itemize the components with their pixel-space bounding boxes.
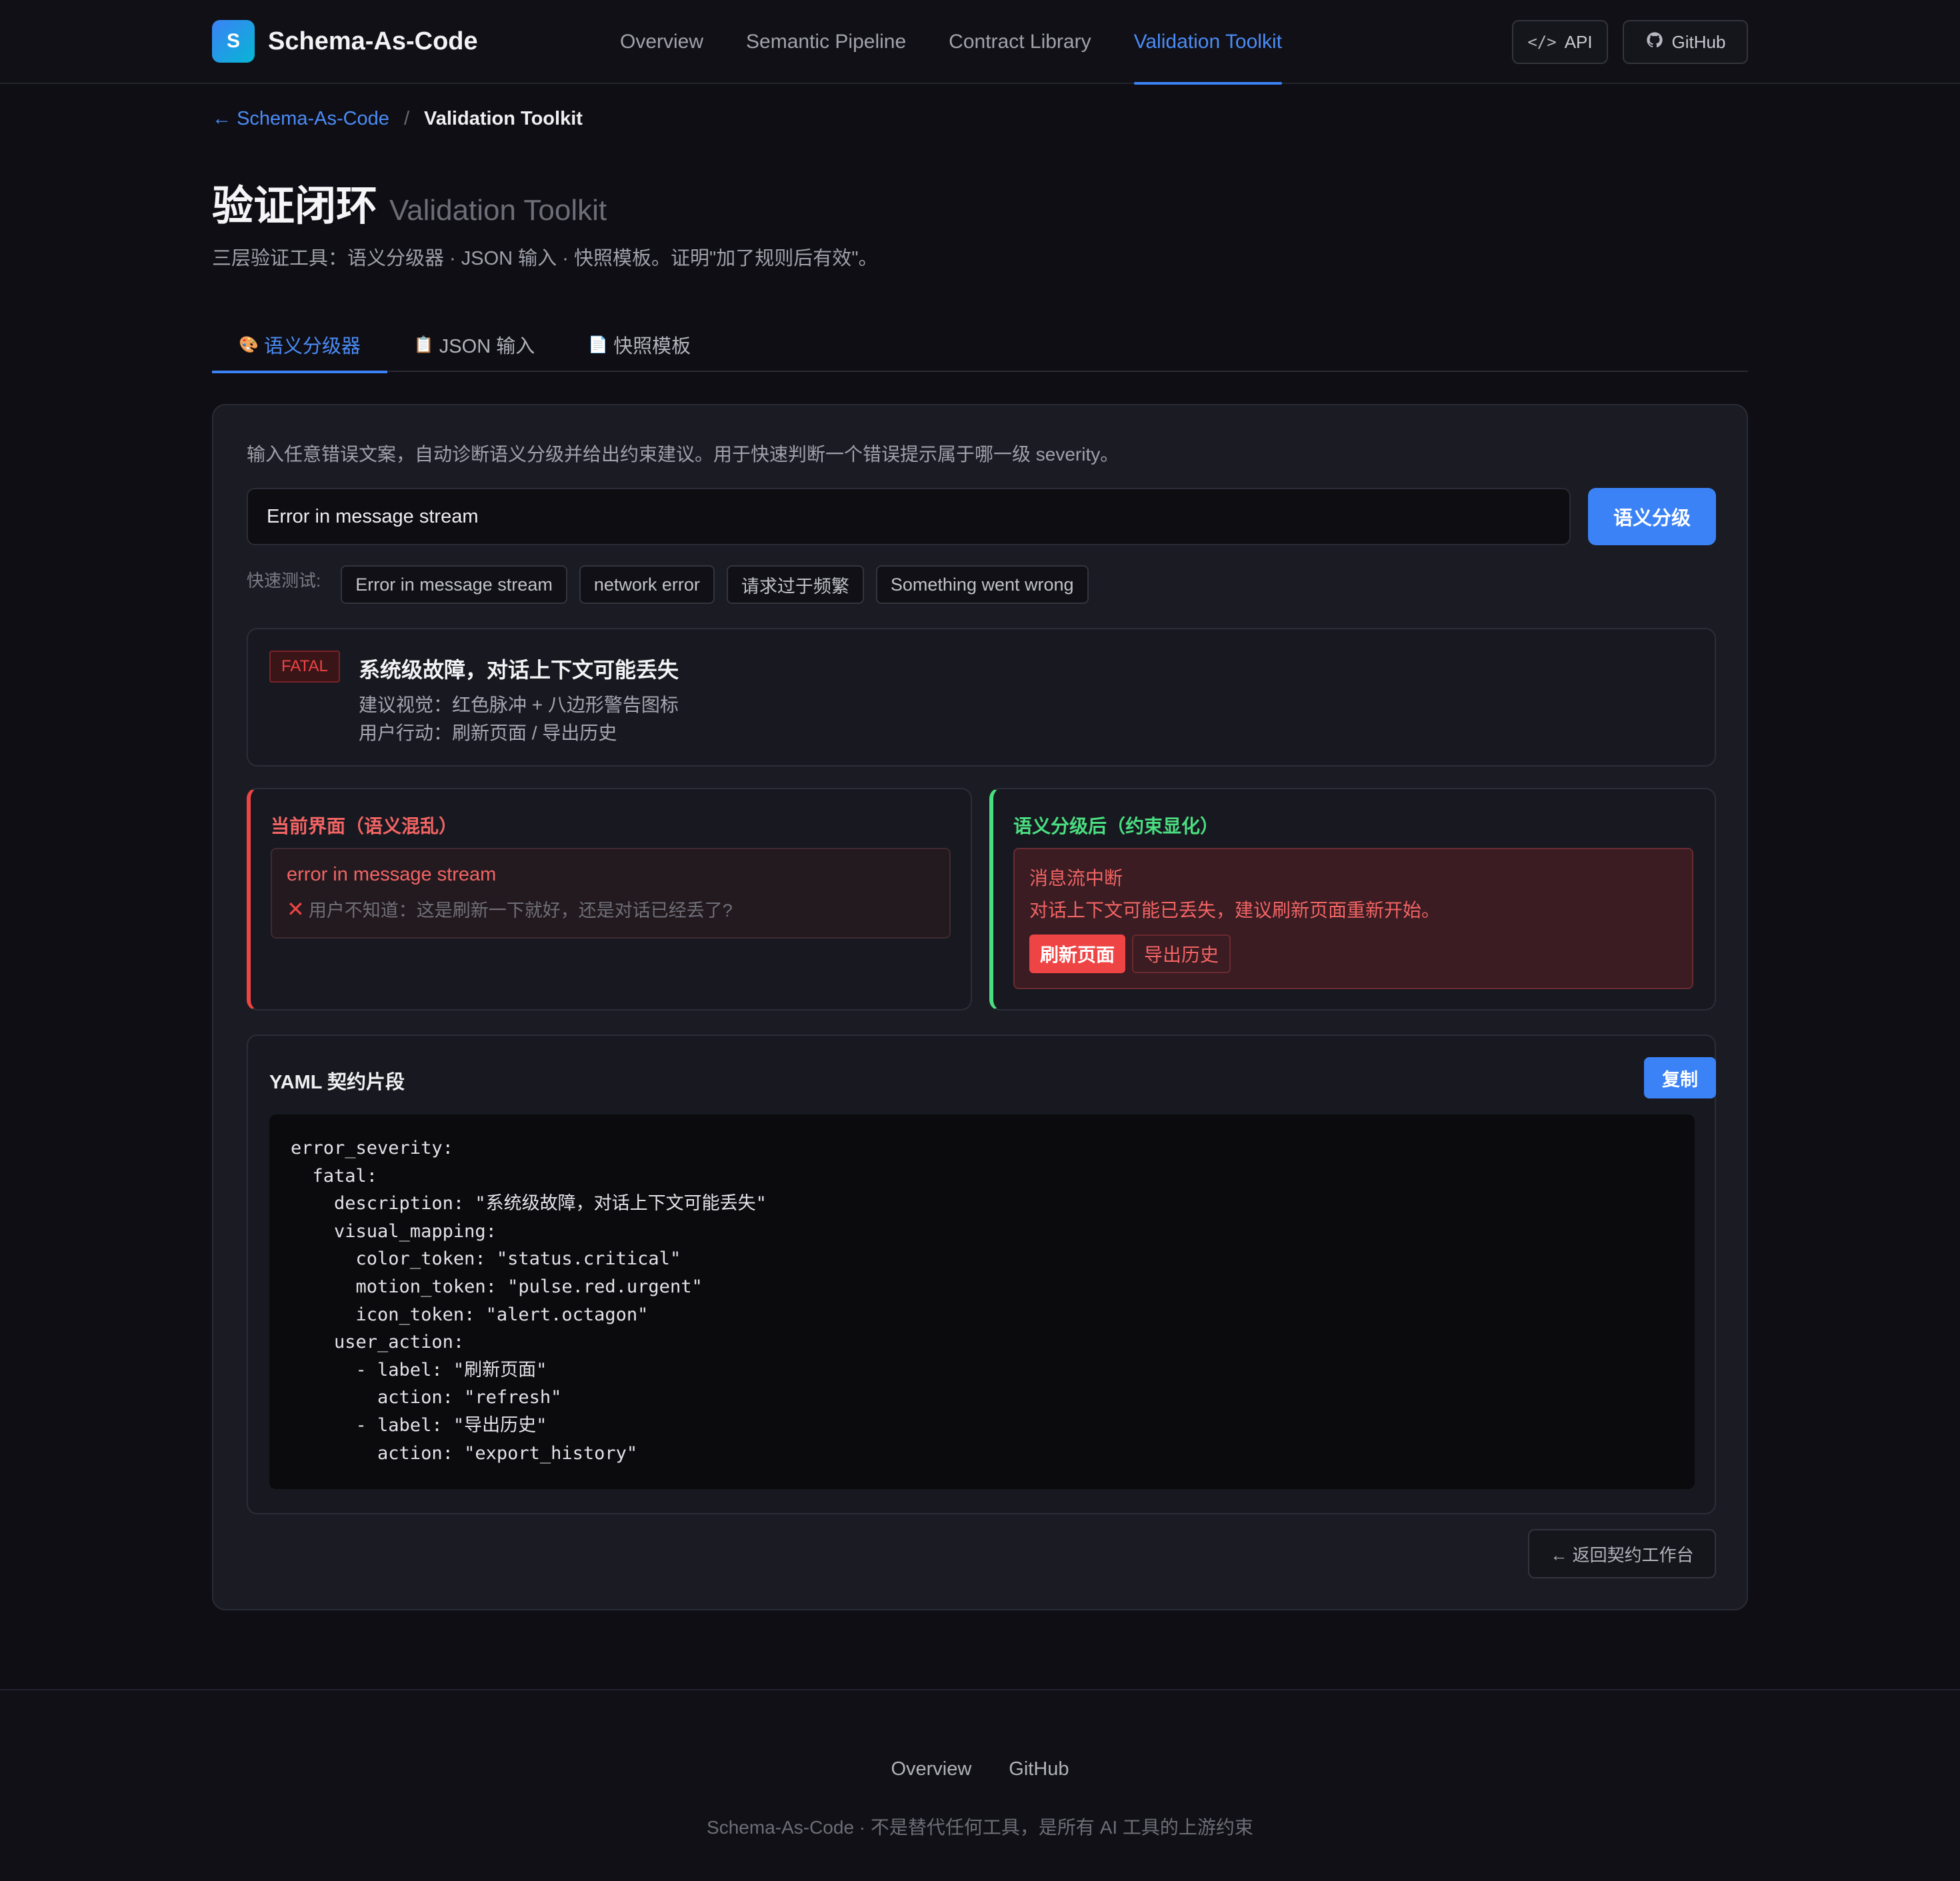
after-error-box: 消息流中断 对话上下文可能已丢失，建议刷新页面重新开始。 刷新页面 导出历史 bbox=[1013, 848, 1693, 989]
api-button-label: API bbox=[1564, 31, 1593, 52]
breadcrumb-back-link[interactable]: ← Schema-As-Code bbox=[212, 108, 389, 130]
code-line: error_severity: bbox=[291, 1138, 453, 1158]
quick-test-chip[interactable]: Something went wrong bbox=[875, 565, 1089, 604]
api-button[interactable]: </> API bbox=[1512, 20, 1608, 64]
quick-test-chip[interactable]: 请求过于频繁 bbox=[726, 565, 864, 604]
classification-result: FATAL 系统级故障，对话上下文可能丢失 建议视觉：红色脉冲 + 八边形警告图… bbox=[247, 628, 1716, 767]
back-to-workbench-button[interactable]: ← 返回契约工作台 bbox=[1528, 1529, 1716, 1578]
quick-tests: 快速测试: Error in message stream network er… bbox=[247, 565, 1101, 604]
tab-json-input[interactable]: 📋 JSON 输入 bbox=[387, 317, 561, 372]
footer: Overview GitHub Schema-As-Code · 不是替代任何工… bbox=[0, 1689, 1960, 1881]
nav-semantic-pipeline[interactable]: Semantic Pipeline bbox=[746, 0, 906, 84]
code-line: - label: "导出历史" bbox=[291, 1414, 547, 1436]
clipboard-icon: 📋 bbox=[413, 335, 434, 354]
footer-link-github[interactable]: GitHub bbox=[1009, 1758, 1069, 1780]
nav-validation-toolkit[interactable]: Validation Toolkit bbox=[1133, 0, 1283, 85]
code-line: - label: "刷新页面" bbox=[291, 1359, 547, 1380]
export-history-button[interactable]: 导出历史 bbox=[1132, 935, 1231, 973]
breadcrumb-current: Validation Toolkit bbox=[424, 108, 583, 129]
tool-tabs: 🎨 语义分级器 📋 JSON 输入 📄 快照模板 bbox=[212, 317, 1748, 373]
tab-label: 快照模板 bbox=[613, 336, 691, 357]
code-line: user_action: bbox=[291, 1332, 465, 1353]
after-panel: 语义分级后（约束显化） 消息流中断 对话上下文可能已丢失，建议刷新页面重新开始。… bbox=[989, 788, 1716, 1010]
classifier-card: 输入任意错误文案，自动诊断语义分级并给出约束建议。用于快速判断一个错误提示属于哪… bbox=[212, 404, 1748, 1610]
before-error-box: error in message stream ✕ 用户不知道：这是刷新一下就好… bbox=[271, 848, 951, 939]
tab-label: JSON 输入 bbox=[439, 336, 535, 357]
footer-link-overview[interactable]: Overview bbox=[891, 1758, 971, 1780]
copy-button[interactable]: 复制 bbox=[1644, 1057, 1716, 1098]
cross-mark-icon: ✕ bbox=[287, 897, 305, 921]
tab-label: 语义分级器 bbox=[263, 336, 361, 357]
before-note-text: 用户不知道：这是刷新一下就好，还是对话已经丢了? bbox=[308, 901, 733, 921]
footer-links: Overview GitHub bbox=[0, 1758, 1960, 1780]
footer-note: Schema-As-Code · 不是替代任何工具，是所有 AI 工具的上游约束 bbox=[707, 1817, 1253, 1838]
after-error-description: 对话上下文可能已丢失，建议刷新页面重新开始。 bbox=[1029, 900, 1441, 921]
palette-icon: 🎨 bbox=[239, 335, 259, 354]
refresh-page-button[interactable]: 刷新页面 bbox=[1029, 935, 1126, 973]
classify-button[interactable]: 语义分级 bbox=[1588, 488, 1716, 545]
nav-contract-library[interactable]: Contract Library bbox=[949, 0, 1091, 84]
github-button-label: GitHub bbox=[1671, 31, 1726, 52]
yaml-code-block[interactable]: error_severity: fatal: description: "系统级… bbox=[269, 1114, 1695, 1489]
code-line: color_token: "status.critical" bbox=[291, 1248, 681, 1270]
classifier-description: 输入任意错误文案，自动诊断语义分级并给出约束建议。用于快速判断一个错误提示属于哪… bbox=[247, 444, 1119, 465]
quick-test-chip[interactable]: Error in message stream bbox=[341, 565, 567, 604]
tab-semantic-classifier[interactable]: 🎨 语义分级器 bbox=[212, 317, 387, 373]
result-user-action: 用户行动：刷新页面 / 导出历史 bbox=[359, 723, 617, 743]
github-button[interactable]: GitHub bbox=[1623, 20, 1748, 64]
yaml-contract-section: YAML 契约片段 复制 error_severity: fatal: desc… bbox=[247, 1034, 1716, 1514]
page-title-en: Validation Toolkit bbox=[389, 194, 607, 227]
code-line: description: "系统级故障，对话上下文可能丢失" bbox=[291, 1193, 767, 1214]
breadcrumb-back-label: Schema-As-Code bbox=[237, 108, 389, 129]
code-line: fatal: bbox=[291, 1165, 378, 1186]
breadcrumb: ← Schema-As-Code / Validation Toolkit bbox=[212, 108, 583, 130]
tab-snapshot-template[interactable]: 📄 快照模板 bbox=[561, 317, 717, 372]
code-line: icon_token: "alert.octagon" bbox=[291, 1304, 649, 1325]
after-error-heading: 消息流中断 bbox=[1029, 868, 1123, 889]
nav-overview[interactable]: Overview bbox=[620, 0, 703, 84]
yaml-section-title: YAML 契约片段 bbox=[269, 1072, 405, 1093]
quick-test-chip[interactable]: network error bbox=[579, 565, 715, 604]
after-panel-title: 语义分级后（约束显化） bbox=[1013, 816, 1219, 837]
page-subtitle: 三层验证工具：语义分级器 · JSON 输入 · 快照模板。证明"加了规则后有效… bbox=[212, 248, 878, 269]
before-error-message: error in message stream bbox=[287, 864, 497, 885]
page-title-zh: 验证闭环 bbox=[212, 183, 378, 229]
breadcrumb-separator: / bbox=[403, 108, 409, 129]
before-panel-title: 当前界面（语义混乱） bbox=[271, 816, 458, 837]
error-text-input[interactable]: Error in message stream bbox=[247, 488, 1571, 545]
result-visual-suggestion: 建议视觉：红色脉冲 + 八边形警告图标 bbox=[359, 695, 679, 715]
main-nav: Overview Semantic Pipeline Contract Libr… bbox=[620, 0, 1325, 85]
page-title: 验证闭环 Validation Toolkit bbox=[212, 172, 607, 232]
result-title: 系统级故障，对话上下文可能丢失 bbox=[359, 658, 679, 682]
severity-badge: FATAL bbox=[269, 651, 340, 683]
before-error-note: ✕ 用户不知道：这是刷新一下就好，还是对话已经丢了? bbox=[287, 896, 733, 922]
code-line: action: "export_history" bbox=[291, 1442, 638, 1464]
code-line: action: "refresh" bbox=[291, 1387, 562, 1408]
github-icon bbox=[1645, 31, 1664, 54]
brand-name: Schema-As-Code bbox=[268, 27, 478, 55]
code-line: visual_mapping: bbox=[291, 1220, 497, 1242]
top-navigation-bar: S Schema-As-Code Overview Semantic Pipel… bbox=[0, 0, 1960, 85]
before-panel: 当前界面（语义混乱） error in message stream ✕ 用户不… bbox=[247, 788, 972, 1010]
code-icon: </> bbox=[1527, 33, 1557, 51]
document-icon: 📄 bbox=[588, 335, 609, 354]
brand-logo-icon: S bbox=[212, 20, 255, 63]
quick-tests-label: 快速测试: bbox=[247, 570, 321, 591]
code-line: motion_token: "pulse.red.urgent" bbox=[291, 1276, 703, 1297]
brand[interactable]: S Schema-As-Code bbox=[212, 20, 478, 63]
arrow-left-icon: ← bbox=[212, 108, 231, 129]
